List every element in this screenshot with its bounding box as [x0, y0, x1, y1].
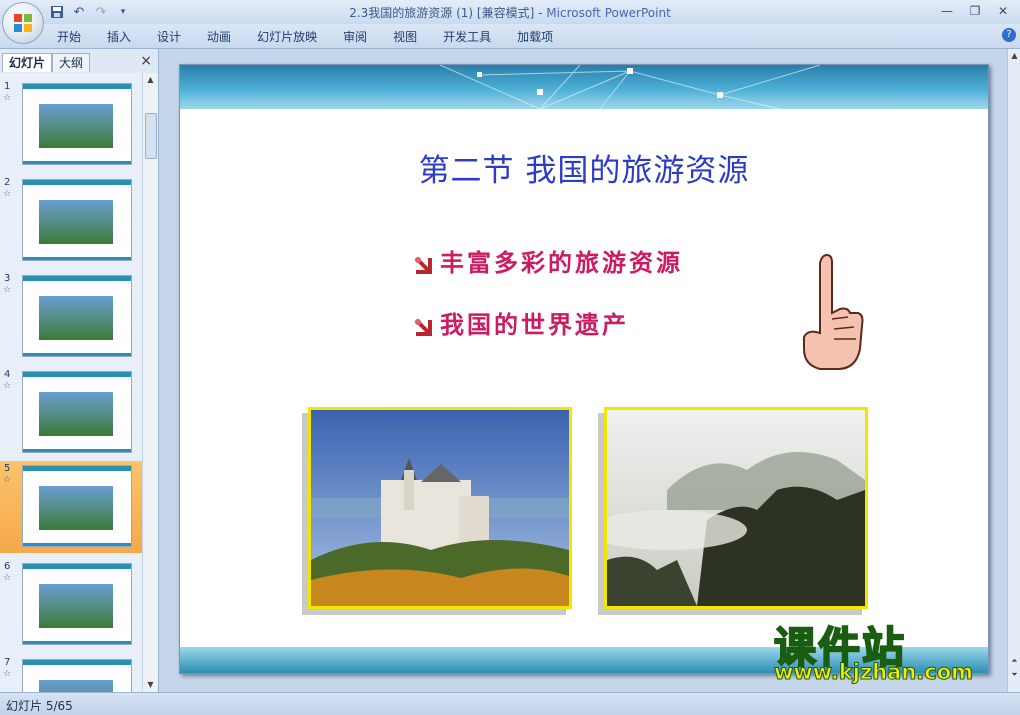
slide-header-band	[180, 65, 988, 110]
close-panel-icon[interactable]: ×	[140, 53, 152, 69]
bullet-item: 丰富多彩的旅游资源	[412, 243, 683, 278]
restore-icon[interactable]: ❐	[962, 2, 988, 20]
office-logo-icon	[14, 14, 32, 32]
watermark-url: www.kjzhan.com	[773, 660, 974, 685]
bullet-text: 我国的世界遗产	[440, 310, 629, 339]
watermark-logo: 课件站 www.kjzhan.com	[773, 614, 1014, 694]
slide-thumbnail[interactable]: 2 ☆	[0, 175, 142, 267]
ribbon-tab[interactable]: 开发工具	[430, 28, 504, 46]
slide[interactable]: 第二节 我国的旅游资源 丰富多彩的旅游资源 我国的世界遗产	[179, 64, 989, 674]
title-bar: ↶ ↷ ▾ 2.3我国的旅游资源 (1) [兼容模式] - Microsoft …	[0, 0, 1020, 24]
slide-thumbnail-image	[22, 179, 132, 261]
castle-photo	[308, 407, 572, 609]
ribbon-tabs: 开始 插入 设计 动画 幻灯片放映 审阅 视图 开发工具 加载项	[44, 28, 566, 46]
slide-thumbnail-image	[22, 659, 132, 692]
ribbon-tab[interactable]: 设计	[144, 28, 194, 46]
slide-title: 第二节 我国的旅游资源	[418, 153, 750, 189]
animation-star-icon: ☆	[3, 93, 12, 103]
slide-counter: 幻灯片 5/65	[6, 699, 73, 713]
animation-star-icon: ☆	[3, 669, 12, 679]
status-bar: 幻灯片 5/65	[0, 692, 1020, 715]
slide-thumbnail-image	[22, 83, 132, 165]
ribbon-tab[interactable]: 插入	[94, 28, 144, 46]
help-icon[interactable]: ?	[1002, 28, 1016, 42]
tab-slides[interactable]: 幻灯片	[2, 53, 53, 72]
slide-thumbnails: 1 ☆ 2 ☆ 3 ☆ 4 ☆ 5 ☆ 6 ☆ 7 ☆	[0, 73, 142, 692]
mountain-mist-photo	[604, 407, 868, 609]
document-title: 2.3我国的旅游资源 (1) [兼容模式] -	[349, 6, 543, 20]
slide-thumbnail-image	[22, 563, 132, 645]
window-title: 2.3我国的旅游资源 (1) [兼容模式] - Microsoft PowerP…	[0, 4, 1020, 21]
animation-star-icon: ☆	[3, 189, 12, 199]
close-icon[interactable]: ✕	[990, 2, 1016, 20]
slides-panel: 幻灯片 大纲 × 1 ☆ 2 ☆ 3 ☆ 4 ☆ 5 ☆ 6 ☆ 7 ☆ ▲ ▼	[0, 49, 159, 692]
slide-thumbnail[interactable]: 4 ☆	[0, 367, 142, 459]
slide-thumbnail-image	[22, 371, 132, 453]
slide-number: 3	[4, 273, 11, 284]
slide-number: 1	[4, 81, 11, 92]
panel-tabs: 幻灯片 大纲 ×	[0, 51, 158, 72]
ribbon-tab[interactable]: 视图	[380, 28, 430, 46]
slide-thumbnail[interactable]: 1 ☆	[0, 79, 142, 171]
slide-thumbnail[interactable]: 5 ☆	[0, 461, 142, 553]
animation-star-icon: ☆	[3, 381, 12, 391]
slide-number: 4	[4, 369, 11, 380]
slide-thumbnail-image	[22, 275, 132, 357]
minimize-icon[interactable]: —	[934, 2, 960, 20]
scroll-up-icon[interactable]: ▲	[143, 73, 158, 87]
panel-scrollbar[interactable]: ▲ ▼	[142, 73, 158, 692]
ribbon-tab[interactable]: 幻灯片放映	[244, 28, 330, 46]
bullet-arrow-icon	[414, 318, 432, 336]
slide-thumbnail[interactable]: 3 ☆	[0, 271, 142, 363]
ribbon-tab[interactable]: 动画	[194, 28, 244, 46]
tab-outline[interactable]: 大纲	[52, 53, 91, 72]
slide-number: 7	[4, 657, 11, 668]
slide-canvas: 第二节 我国的旅游资源 丰富多彩的旅游资源 我国的世界遗产	[159, 49, 1007, 692]
bullet-text: 丰富多彩的旅游资源	[440, 248, 683, 277]
pointing-hand-icon	[803, 253, 864, 370]
ribbon: 开始 插入 设计 动画 幻灯片放映 审阅 视图 开发工具 加载项 ?	[0, 24, 1020, 49]
scroll-thumb[interactable]	[145, 113, 157, 159]
animation-star-icon: ☆	[3, 573, 12, 583]
slide-thumbnail[interactable]: 6 ☆	[0, 559, 142, 651]
slide-number: 5	[4, 463, 11, 474]
canvas-scrollbar[interactable]: ▲ ⏶ ⏷	[1007, 49, 1020, 692]
animation-star-icon: ☆	[3, 475, 12, 485]
bullet-arrow-icon	[414, 256, 432, 274]
window-controls: — ❐ ✕	[934, 2, 1016, 20]
ribbon-tab[interactable]: 审阅	[330, 28, 380, 46]
slide-number: 6	[4, 561, 11, 572]
scroll-down-icon[interactable]: ▼	[143, 678, 158, 692]
slide-number: 2	[4, 177, 11, 188]
scroll-up-icon[interactable]: ▲	[1008, 51, 1020, 60]
animation-star-icon: ☆	[3, 285, 12, 295]
slide-thumbnail-image	[22, 465, 132, 547]
slide-thumbnail[interactable]: 7 ☆	[0, 655, 142, 692]
office-button[interactable]	[2, 2, 44, 44]
app-name: Microsoft PowerPoint	[546, 6, 671, 20]
bullet-item: 我国的世界遗产	[412, 305, 629, 340]
ribbon-tab[interactable]: 开始	[44, 28, 94, 46]
network-pattern-icon	[439, 65, 821, 110]
ribbon-tab[interactable]: 加载项	[504, 28, 566, 46]
